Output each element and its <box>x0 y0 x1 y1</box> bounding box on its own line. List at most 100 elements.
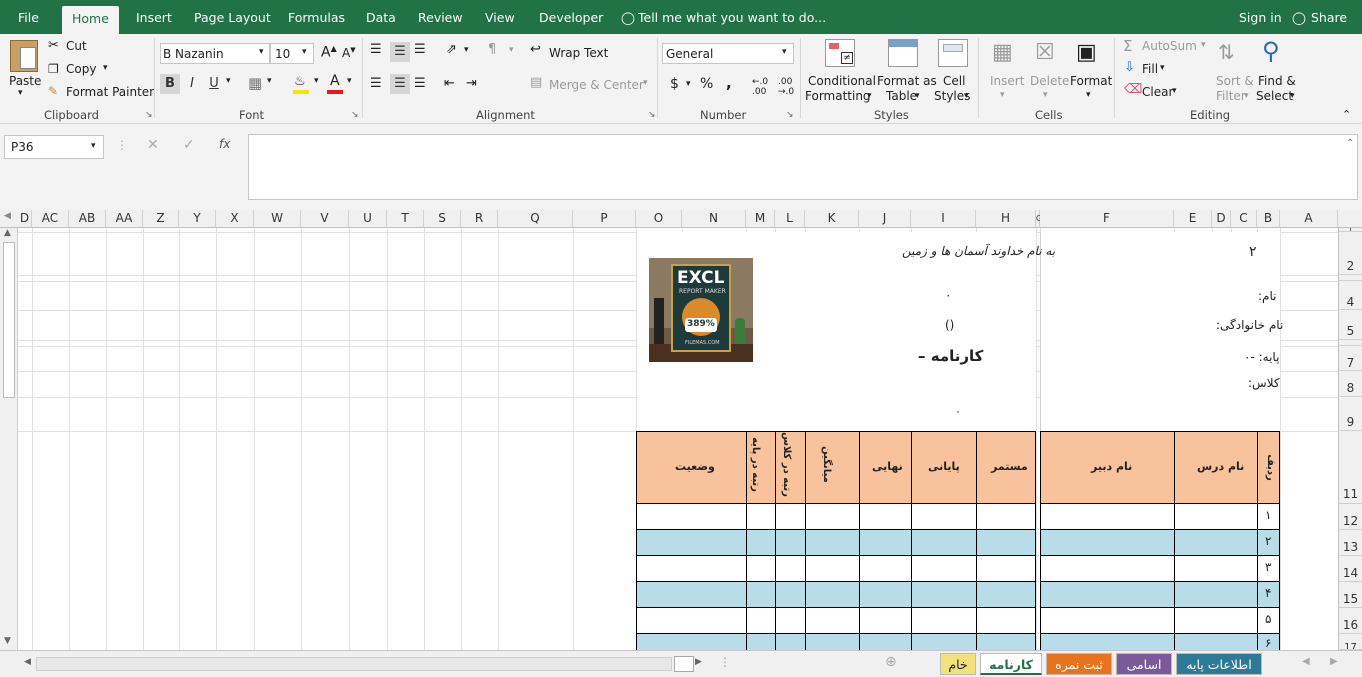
table-cell[interactable] <box>775 581 806 608</box>
table-cell[interactable] <box>775 607 806 634</box>
borders-icon[interactable]: ▦ <box>248 74 262 92</box>
column-header[interactable]: B <box>1257 210 1280 228</box>
row-header[interactable]: 7 <box>1338 346 1362 371</box>
row-header[interactable]: 15 <box>1338 582 1362 608</box>
align-center-icon[interactable]: ☰ <box>390 74 410 94</box>
row-header[interactable]: 4 <box>1338 281 1362 310</box>
delete-dropdown-icon[interactable]: ▾ <box>1043 90 1048 100</box>
sheet-tab-grade-entry[interactable]: ثبت نمره <box>1046 653 1112 675</box>
align-left-icon[interactable]: ☰ <box>370 76 382 91</box>
table-cell[interactable] <box>976 607 1036 634</box>
format-as-table-button[interactable]: Format as <box>877 74 937 88</box>
table-cell[interactable] <box>859 529 912 556</box>
column-header[interactable]: Z <box>143 210 179 228</box>
merge-dropdown-icon[interactable]: ▾ <box>643 78 648 88</box>
column-header[interactable]: D <box>18 210 32 228</box>
table-cell[interactable] <box>976 581 1036 608</box>
formula-input[interactable] <box>248 134 1358 200</box>
column-header[interactable]: M <box>746 210 775 228</box>
tab-view[interactable]: View <box>485 10 515 25</box>
horizontal-scrollbar[interactable] <box>36 657 672 671</box>
table-cell[interactable] <box>976 503 1036 530</box>
column-header[interactable]: R <box>461 210 498 228</box>
table-cell[interactable] <box>1040 529 1175 556</box>
decrease-font-icon[interactable]: A▼ <box>342 46 356 60</box>
table-cell[interactable] <box>746 633 776 650</box>
column-header[interactable]: AB <box>69 210 106 228</box>
table-cell[interactable] <box>1174 581 1258 608</box>
table-cell[interactable] <box>1040 607 1175 634</box>
table-cell[interactable] <box>805 607 860 634</box>
currency-dropdown-icon[interactable]: ▾ <box>686 79 691 89</box>
table-cell[interactable] <box>636 555 747 582</box>
row-header[interactable]: 11 <box>1338 431 1362 504</box>
table-cell[interactable] <box>775 555 806 582</box>
increase-font-icon[interactable]: A▲ <box>321 44 337 61</box>
format-as-table-dropdown-icon[interactable]: ▾ <box>915 91 920 101</box>
table-cell[interactable] <box>636 607 747 634</box>
paste-button[interactable]: Paste <box>9 74 41 88</box>
column-header[interactable]: V <box>301 210 349 228</box>
table-cell[interactable] <box>859 555 912 582</box>
format-dropdown-icon[interactable]: ▾ <box>1086 90 1091 100</box>
row-header[interactable]: 13 <box>1338 530 1362 556</box>
table-cell[interactable] <box>775 529 806 556</box>
copy-dropdown-icon[interactable]: ▾ <box>103 63 108 73</box>
column-header[interactable]: W <box>254 210 301 228</box>
autosum-dropdown-icon[interactable]: ▾ <box>1201 40 1206 50</box>
table-cell[interactable] <box>1040 555 1175 582</box>
row-header[interactable]: 5 <box>1338 310 1362 340</box>
select-all-corner[interactable]: ◀ <box>0 210 18 228</box>
column-header[interactable]: X <box>216 210 254 228</box>
decrease-decimal-icon[interactable]: .00 →.0 <box>778 77 794 97</box>
table-row-number[interactable]: ٣ <box>1257 555 1280 582</box>
column-header[interactable]: F <box>1040 210 1174 228</box>
table-cell[interactable] <box>746 503 776 530</box>
table-cell[interactable] <box>636 529 747 556</box>
number-launcher-icon[interactable]: ↘ <box>786 110 794 120</box>
alignment-launcher-icon[interactable]: ↘ <box>648 110 656 120</box>
row-header[interactable]: 9 <box>1338 397 1362 431</box>
clear-dropdown-icon[interactable]: ▾ <box>1172 86 1177 96</box>
scroll-down-icon[interactable]: ▼ <box>4 636 11 646</box>
bottom-align-icon[interactable]: ☰ <box>414 42 426 57</box>
vertical-scroll-thumb[interactable] <box>3 242 15 398</box>
percent-button[interactable]: % <box>700 76 713 92</box>
split-dots-icon[interactable]: ⋮ <box>719 655 731 669</box>
conditional-formatting-dropdown-icon[interactable]: ▾ <box>867 91 872 101</box>
scroll-up-icon[interactable]: ▲ <box>4 228 11 238</box>
font-size-select[interactable]: 10 ▾ <box>270 43 314 64</box>
column-header[interactable]: N <box>682 210 746 228</box>
column-header[interactable]: L <box>775 210 805 228</box>
table-cell[interactable] <box>911 529 977 556</box>
table-cell[interactable] <box>746 529 776 556</box>
table-row-number[interactable]: ۶ <box>1257 633 1280 650</box>
tab-data[interactable]: Data <box>366 10 396 25</box>
cell-styles-dropdown-icon[interactable]: ▾ <box>964 91 969 101</box>
font-name-select[interactable]: B Nazanin ▾ <box>160 43 270 64</box>
column-header[interactable]: K <box>805 210 859 228</box>
table-cell[interactable] <box>1174 607 1258 634</box>
column-header[interactable]: Q <box>498 210 573 228</box>
worksheet-grid[interactable]: ◀ D AC AB AA Z Y X W V U T S R Q P O N M… <box>0 210 1362 650</box>
format-painter-button[interactable]: Format Painter <box>66 85 154 99</box>
decrease-indent-icon[interactable]: ⇤ <box>444 76 455 91</box>
table-cell[interactable] <box>859 607 912 634</box>
column-header[interactable]: I <box>911 210 976 228</box>
tab-developer[interactable]: Developer <box>539 10 603 25</box>
row-header[interactable]: 17 <box>1338 634 1362 650</box>
table-cell[interactable] <box>775 503 806 530</box>
find-select-dropdown-icon[interactable]: ▾ <box>1290 91 1295 101</box>
table-cell[interactable] <box>1040 581 1175 608</box>
autosum-button[interactable]: AutoSum <box>1142 39 1197 53</box>
tell-me-box[interactable]: Tell me what you want to do... <box>638 10 826 25</box>
tab-page-layout[interactable]: Page Layout <box>194 10 271 25</box>
copy-button[interactable]: Copy <box>66 62 96 76</box>
table-cell[interactable] <box>911 633 977 650</box>
column-header[interactable]: S <box>424 210 461 228</box>
column-header[interactable]: H <box>976 210 1036 228</box>
column-header[interactable]: AA <box>106 210 143 228</box>
table-cell[interactable] <box>805 555 860 582</box>
table-cell[interactable] <box>1040 633 1175 650</box>
table-cell[interactable] <box>859 503 912 530</box>
